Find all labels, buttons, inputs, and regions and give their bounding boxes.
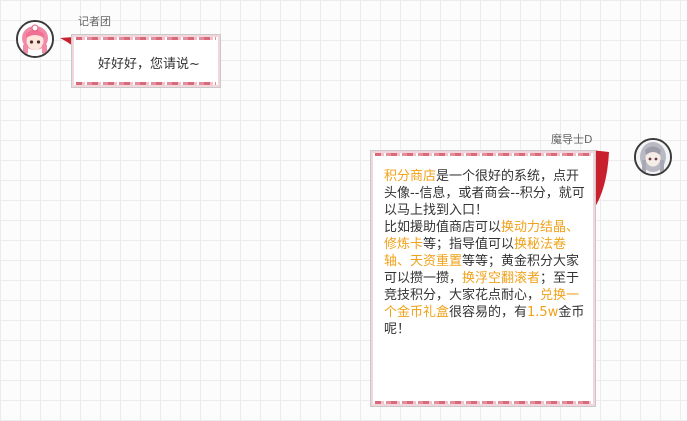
message-text-segment: 很容易的，有 [449,305,528,320]
message-text-segment: 比如援助值商店可以 [384,220,502,235]
message-rich-text: 积分商店是一个很好的系统，点开头像--信息，或者商会--积分，就可以马上找到入口… [384,168,587,338]
message-bubble-left[interactable]: 好好好，您请说~ [71,34,221,88]
message-bubble-right[interactable]: 积分商店是一个很好的系统，点开头像--信息，或者商会--积分，就可以马上找到入口… [370,150,596,407]
message-text: 好好好，您请说~ [98,57,200,72]
gray-hair-mage-avatar-icon [636,140,670,174]
highlighted-text: 积分商店 [384,169,437,184]
sender-avatar-reporter[interactable] [16,20,54,58]
highlighted-text: 1.5w [527,305,559,320]
sender-name: 魔导士D [551,133,593,146]
message-text-segment: 等；指导值可以 [423,237,515,252]
sender-avatar-mage[interactable] [634,138,672,176]
pink-hair-girl-avatar-icon [18,22,52,56]
sender-name: 记者团 [78,15,111,28]
highlighted-text: 换浮空翻滚者 [462,271,541,286]
